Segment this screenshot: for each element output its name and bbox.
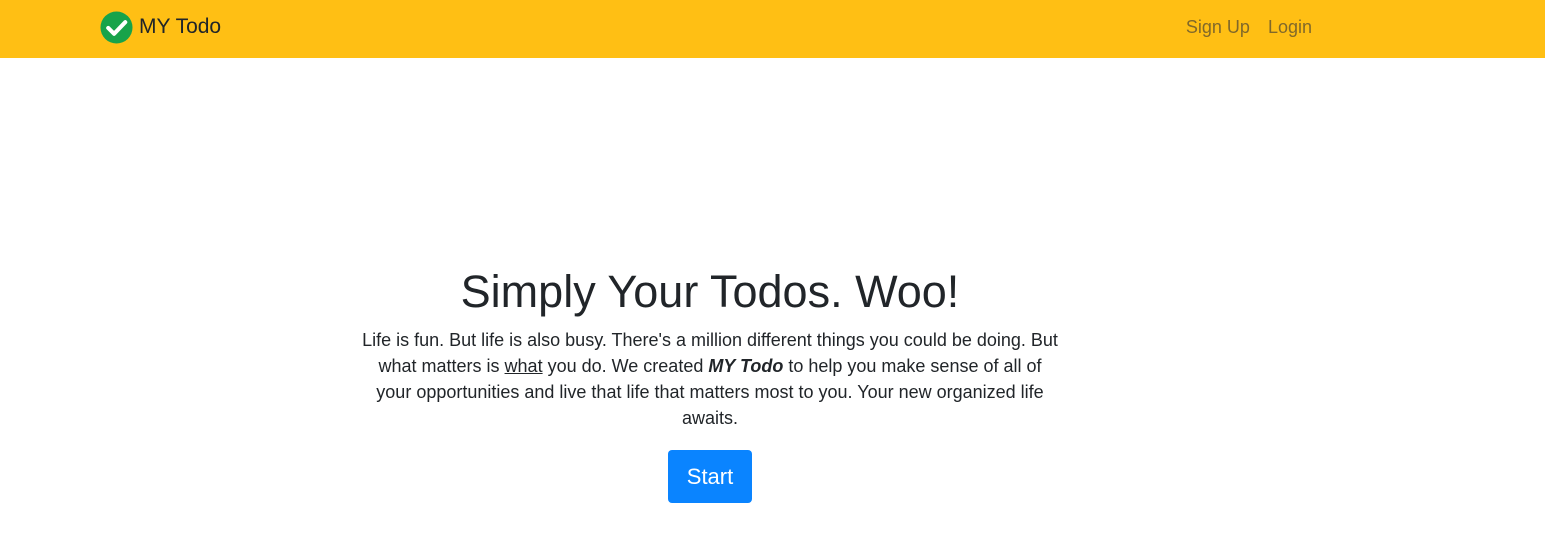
start-button[interactable]: Start	[668, 450, 752, 503]
hero-section: Simply Your Todos. Woo! Life is fun. But…	[360, 265, 1060, 503]
hero-text-underlined: what	[504, 356, 543, 376]
login-link[interactable]: Login	[1268, 16, 1312, 38]
hero-text-brand: MY Todo	[708, 356, 784, 376]
hero-title: Simply Your Todos. Woo!	[460, 266, 960, 317]
navbar: MY Todo Sign Up Login	[0, 0, 1545, 58]
brand-link[interactable]: MY Todo	[100, 10, 221, 44]
sign-up-link[interactable]: Sign Up	[1186, 16, 1250, 38]
hero-text-part2: you do. We created	[542, 356, 709, 376]
hero-description: Life is fun. But life is also busy. Ther…	[360, 327, 1060, 431]
check-circle-icon	[100, 10, 133, 44]
nav-links: Sign Up Login	[1186, 16, 1312, 38]
brand-name: MY Todo	[139, 15, 222, 38]
